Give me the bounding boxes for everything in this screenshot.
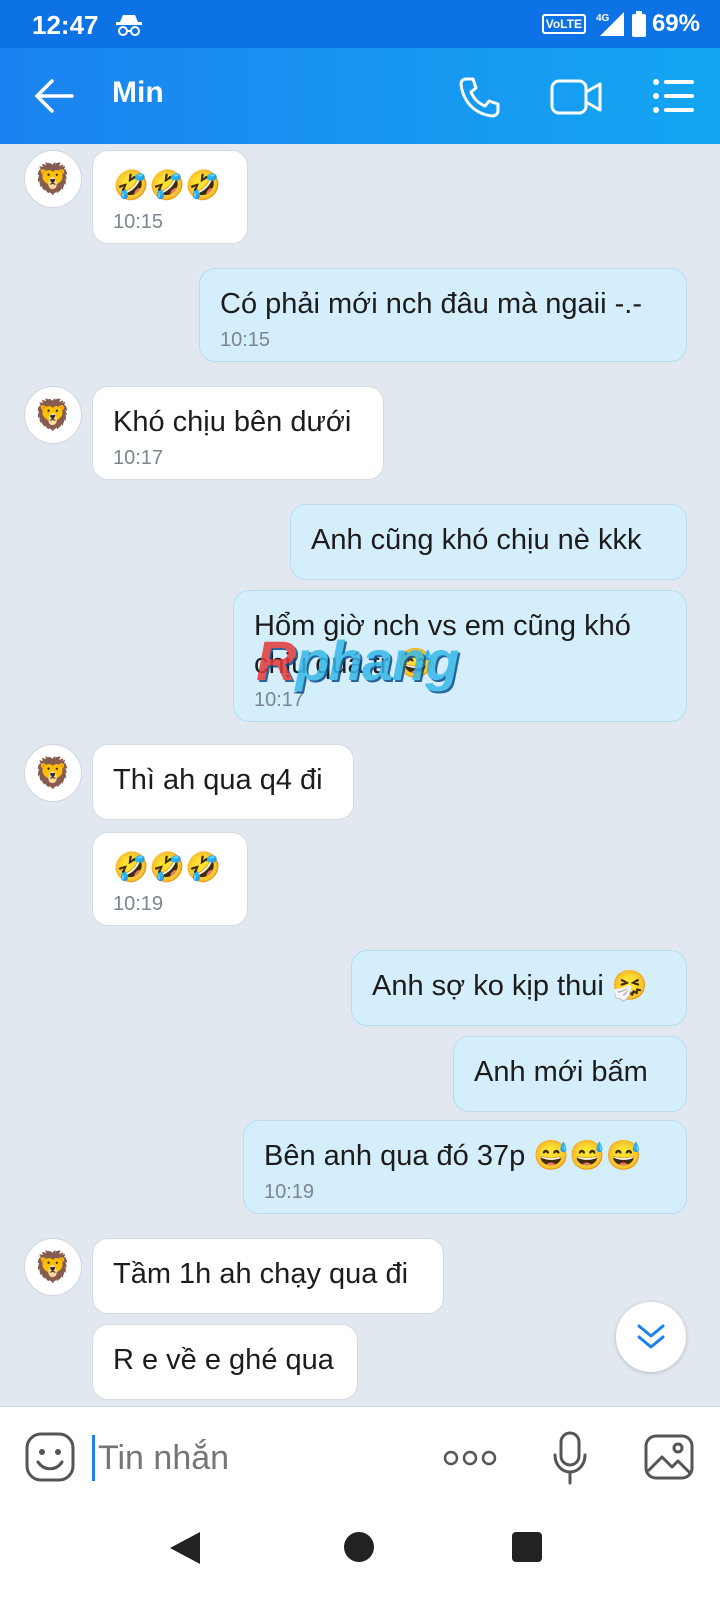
message-text: Có phải mới nch đâu mà ngaii -.- — [220, 288, 642, 320]
message-time: 10:15 — [220, 329, 271, 351]
nav-home-icon[interactable] — [344, 1532, 374, 1562]
avatar[interactable]: 🦁 — [24, 150, 82, 208]
message-text: Anh sợ ko kịp thui 🤧 — [372, 970, 648, 1002]
microphone-icon[interactable] — [552, 1431, 588, 1485]
message-text: R e về e ghé qua — [113, 1344, 334, 1376]
message-input-bar — [0, 1406, 720, 1511]
video-call-icon[interactable] — [550, 78, 602, 116]
message-text: Anh cũng khó chịu nè kkk — [311, 524, 642, 556]
message-time: 10:17 — [113, 447, 164, 469]
network-label: 4G — [596, 13, 610, 24]
watermark-logo: Rphang — [256, 628, 459, 693]
message-received[interactable]: 🤣🤣🤣 10:15 — [92, 150, 248, 244]
nav-recents-icon[interactable] — [512, 1532, 542, 1562]
watermark-part2: phang — [295, 629, 459, 692]
message-sent[interactable]: Anh mới bấm — [453, 1036, 687, 1112]
avatar[interactable]: 🦁 — [24, 1238, 82, 1296]
message-sent[interactable]: Bên anh qua đó 37p 😅😅😅 10:19 — [243, 1120, 687, 1214]
emoji-icon[interactable] — [24, 1431, 76, 1483]
message-list[interactable]: 🦁 🤣🤣🤣 10:15 Có phải mới nch đâu mà ngaii… — [0, 144, 720, 1406]
avatar[interactable]: 🦁 — [24, 386, 82, 444]
message-time: 10:19 — [264, 1181, 315, 1203]
back-arrow-icon[interactable] — [34, 78, 74, 114]
message-sent[interactable]: Anh sợ ko kịp thui 🤧 — [351, 950, 687, 1026]
status-bar: 12:47 VoLTE 4G 69% — [0, 0, 720, 48]
menu-list-icon[interactable] — [652, 78, 696, 114]
battery-icon — [631, 11, 646, 37]
watermark-part1: R — [256, 629, 296, 692]
chat-header: Min — [0, 48, 720, 144]
avatar[interactable]: 🦁 — [24, 744, 82, 802]
message-time: 10:15 — [113, 211, 164, 233]
volte-badge: VoLTE — [541, 14, 586, 34]
scroll-to-bottom-button[interactable] — [616, 1302, 686, 1372]
battery-percent: 69% — [651, 10, 700, 37]
message-text: Tầm 1h ah chạy qua đi — [113, 1258, 409, 1290]
incognito-icon — [116, 15, 142, 36]
message-received[interactable]: Thì ah qua q4 đi — [92, 744, 354, 820]
status-time: 12:47 — [32, 10, 99, 40]
message-text: Bên anh qua đó 37p 😅😅😅 — [264, 1140, 642, 1172]
message-input[interactable] — [92, 1433, 418, 1483]
system-navigation-bar — [0, 1510, 720, 1600]
nav-back-icon[interactable] — [168, 1530, 202, 1566]
contact-name[interactable]: Min — [112, 76, 164, 110]
message-sent[interactable]: Có phải mới nch đâu mà ngaii -.- 10:15 — [199, 268, 687, 362]
message-received[interactable]: 🤣🤣🤣 10:19 — [92, 832, 248, 926]
message-sent[interactable]: Anh cũng khó chịu nè kkk — [290, 504, 687, 580]
message-text: 🤣🤣🤣 — [113, 170, 222, 202]
message-received[interactable]: Tầm 1h ah chạy qua đi — [92, 1238, 444, 1314]
phone-call-icon[interactable] — [458, 76, 500, 118]
signal-icon: 4G — [596, 12, 624, 36]
status-right: VoLTE 4G 69% — [541, 10, 700, 38]
message-text: Anh mới bấm — [474, 1056, 648, 1088]
more-options-icon[interactable] — [442, 1449, 498, 1467]
message-received[interactable]: Khó chịu bên dưới 10:17 — [92, 386, 384, 480]
image-gallery-icon[interactable] — [644, 1433, 694, 1481]
message-time: 10:19 — [113, 893, 164, 915]
double-chevron-down-icon — [637, 1324, 665, 1349]
message-received[interactable]: R e về e ghé qua — [92, 1324, 358, 1400]
message-text: Thì ah qua q4 đi — [113, 764, 323, 796]
message-text: Khó chịu bên dưới — [113, 406, 352, 438]
message-text: 🤣🤣🤣 — [113, 852, 222, 884]
